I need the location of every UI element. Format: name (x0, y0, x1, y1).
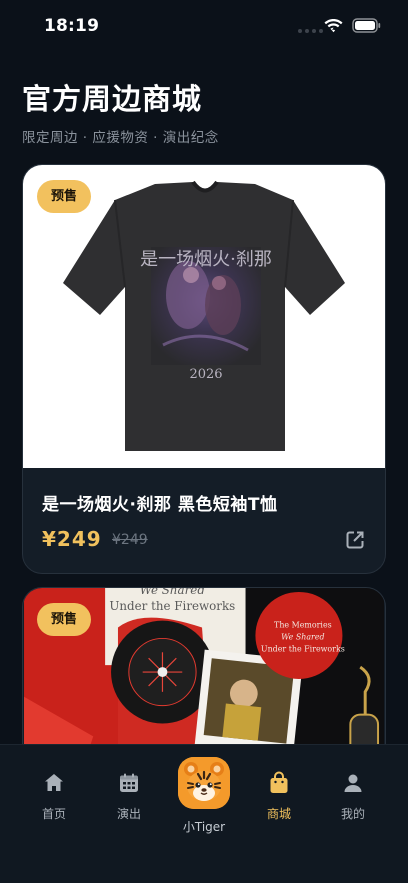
shirt-print-title: 是一场烟火·刹那 (140, 249, 272, 270)
external-link-icon[interactable] (345, 530, 365, 550)
product-name: 是一场烟火·刹那 黑色短袖T恤 (42, 495, 278, 515)
tiger-icon (178, 757, 230, 809)
dynamic-island-dots (298, 29, 323, 33)
product-card[interactable]: 预售 是一场烟火·刹那 2026 是一场烟火·刹那 黑色短袖T恤 ¥249 ¥2… (22, 164, 386, 574)
tab-tiger-label: 小Tiger (182, 820, 226, 834)
tab-home[interactable]: 首页 (24, 771, 84, 822)
presale-badge: 预售 (37, 180, 91, 213)
tab-shop[interactable]: 商城 (249, 771, 309, 822)
tab-tiger[interactable]: 小Tiger (176, 757, 232, 835)
product-original-price: ¥249 (112, 532, 148, 548)
booklet-text-fireworks: Under the Fireworks (109, 599, 235, 613)
tab-home-label: 首页 (41, 807, 66, 821)
tab-shows[interactable]: 演出 (99, 771, 159, 822)
wifi-icon (324, 19, 343, 33)
shopping-bag-icon (270, 771, 288, 793)
status-bar: 18:19 (0, 0, 408, 54)
tab-profile[interactable]: 我的 (323, 771, 383, 822)
battery-icon (352, 18, 381, 33)
shirt-print-year: 2026 (189, 367, 222, 382)
tab-shop-label: 商城 (266, 807, 291, 821)
page-title: 官方周边商城 (22, 82, 203, 116)
product-price: ¥249 (42, 527, 102, 551)
product-card[interactable]: We Shared Under the Fireworks The Memori… (22, 587, 386, 767)
bottom-tab-bar: 首页 演出 小Tiger 商城 我的 (0, 744, 408, 883)
mirror-text-we-shared: We Shared (281, 632, 324, 641)
calendar-icon (120, 773, 138, 792)
status-time: 18:19 (44, 16, 100, 36)
page-subtitle: 限定周边 · 应援物资 · 演出纪念 (22, 130, 219, 146)
presale-badge: 预售 (37, 603, 91, 636)
tab-shows-label: 演出 (116, 807, 141, 821)
user-icon (344, 774, 362, 792)
product-image: 预售 是一场烟火·刹那 2026 (23, 165, 385, 468)
home-icon (45, 774, 63, 791)
tab-profile-label: 我的 (340, 807, 365, 821)
mirror-text-fireworks: Under the Fireworks (261, 644, 345, 653)
booklet-text-we-shared: We Shared (140, 588, 206, 597)
mirror-text-memories: The Memories (274, 621, 332, 630)
